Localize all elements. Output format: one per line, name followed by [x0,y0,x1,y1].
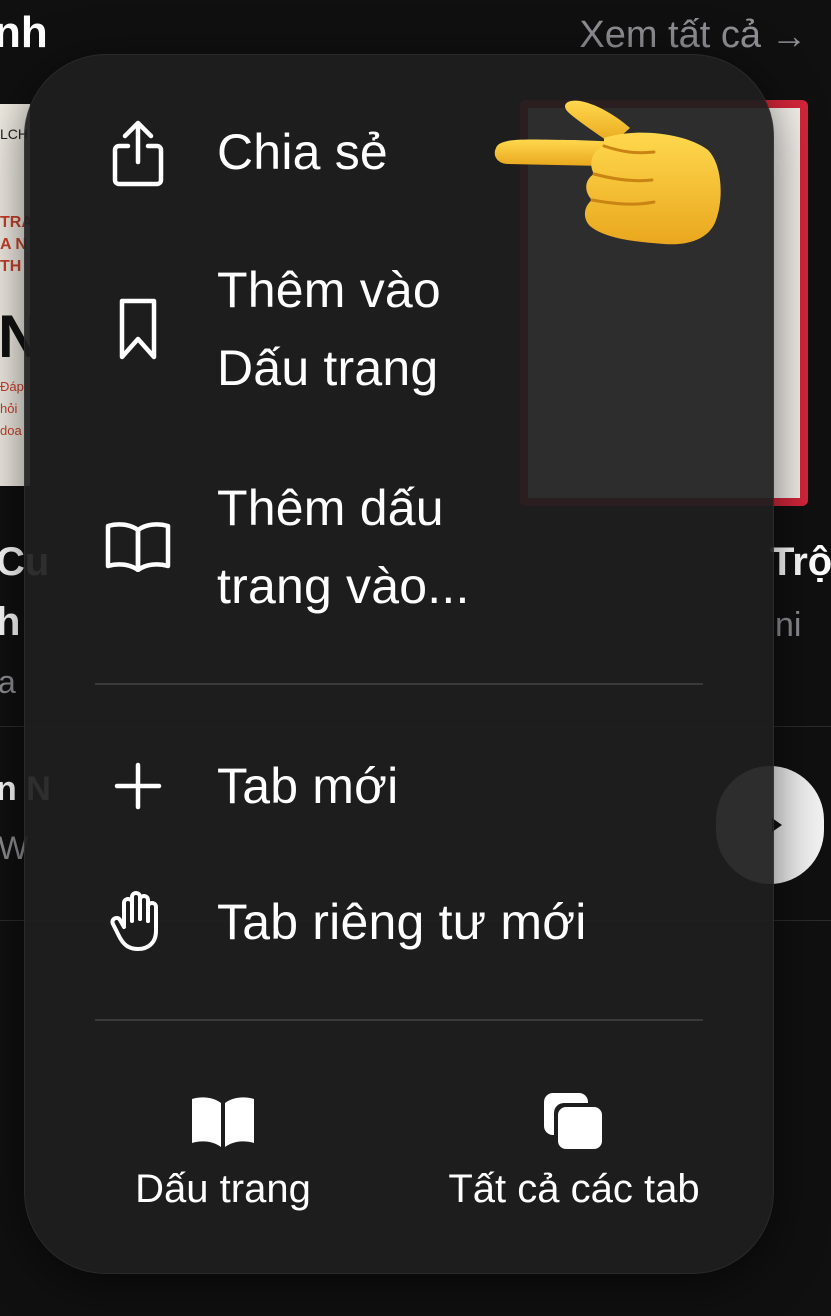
menu-item-new-tab[interactable]: Tab mới [25,747,773,827]
all-tabs-button[interactable]: Tất cả các tab [419,1075,729,1255]
menu-item-label: Tab riêng tư mới [217,894,587,950]
menu-separator [95,683,703,685]
book-title-right: Trộ [770,540,831,584]
share-icon [103,118,173,188]
bookmarks-button[interactable]: Dấu trang [95,1075,351,1255]
tabs-icon [419,1087,729,1157]
pointing-hand-icon [494,100,721,245]
menu-item-label: Thêm dấu trang vào... [217,480,470,614]
menu-item-add-bookmark-to[interactable]: Thêm dấu trang vào... [25,469,773,629]
bookmarks-label: Dấu trang [135,1167,311,1211]
menu-item-add-bookmark[interactable]: Thêm vào Dấu trang [25,251,773,411]
book-title-left-2: h [0,600,21,644]
menu-item-label: Thêm vào Dấu trang [217,262,441,396]
book-author-right: ni [775,606,802,644]
all-tabs-label: Tất cả các tab [448,1167,700,1211]
bookmarks-book-icon [95,1087,351,1157]
menu-item-label: Tab mới [217,758,399,814]
book-cover-small-text: Đáp hỏi doa [0,379,24,438]
bookmark-icon [103,295,173,365]
menu-item-label: Chia sẻ [217,124,388,180]
section-title: nh [0,8,48,57]
arrow-right-icon: → [771,14,807,56]
menu-item-new-private-tab[interactable]: Tab riêng tư mới [25,883,773,963]
book-author-left: a [0,664,16,700]
see-all-label: Xem tất cả [579,14,761,56]
open-book-icon [103,511,173,581]
hand-icon [103,887,173,957]
plus-icon [103,751,173,821]
see-all-link[interactable]: Xem tất cả → [579,14,807,57]
screen: nh Xem tất cả → LCH TRA A N TH N Đáp hỏi… [0,0,831,1316]
menu-separator [95,1019,703,1021]
